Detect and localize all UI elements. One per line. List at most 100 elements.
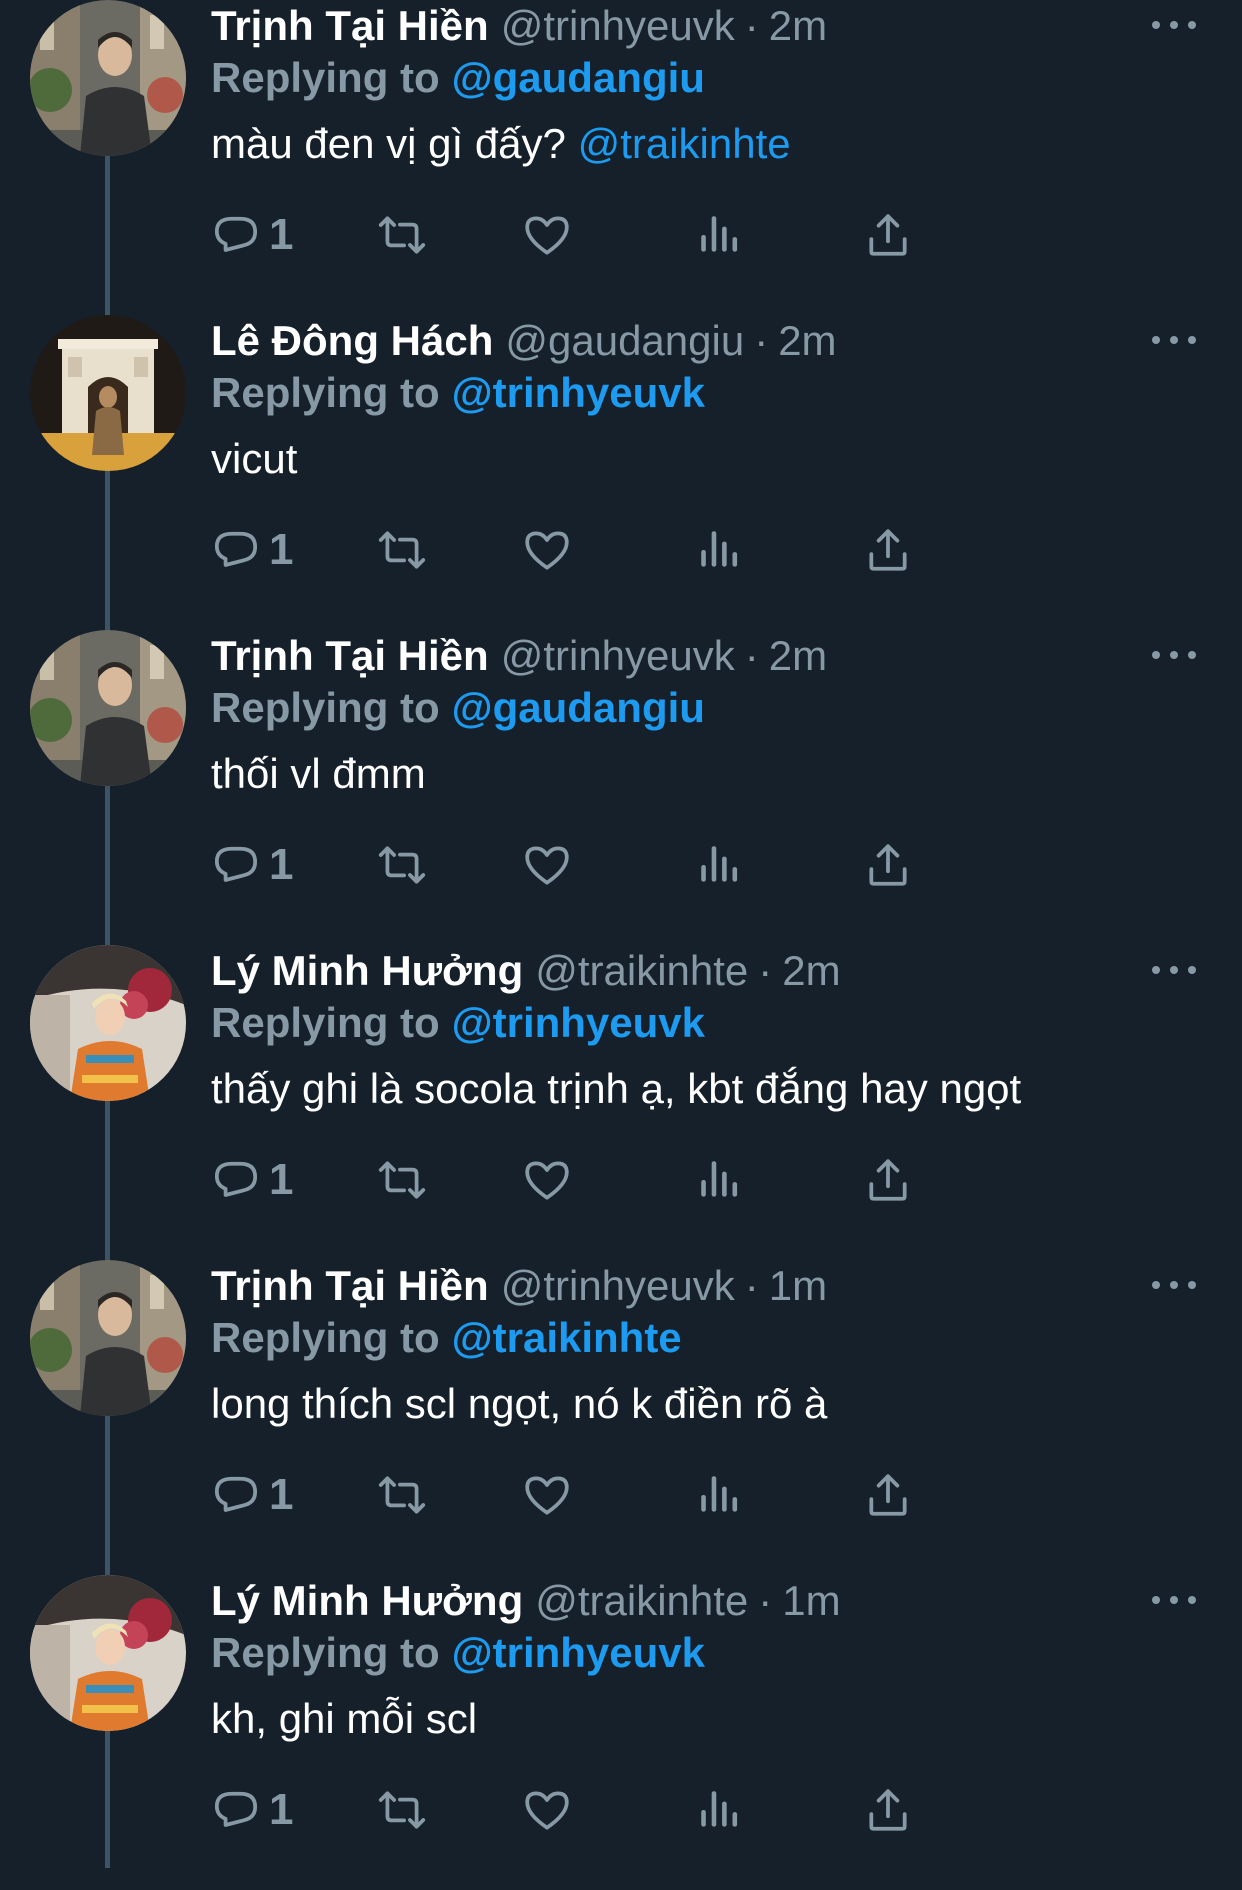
user-handle[interactable]: @gaudangiu xyxy=(505,317,744,365)
like-button[interactable] xyxy=(522,205,572,265)
like-button[interactable] xyxy=(522,1465,572,1525)
avatar[interactable] xyxy=(30,315,186,471)
tweet[interactable]: Lý Minh Hưởng @traikinhte · 2m Replying … xyxy=(0,945,1242,1260)
display-name[interactable]: Lê Đông Hách xyxy=(211,317,493,365)
user-handle[interactable]: @trinhyeuvk xyxy=(501,1262,735,1310)
timestamp[interactable]: 2m xyxy=(769,2,827,50)
replying-to: Replying to @trinhyeuvk xyxy=(211,1629,705,1677)
tweet-actions: 1 xyxy=(211,205,1111,265)
retweet-button[interactable] xyxy=(377,1465,427,1525)
display-name[interactable]: Trịnh Tại Hiền xyxy=(211,632,489,680)
avatar[interactable] xyxy=(30,1575,186,1731)
reply-count: 1 xyxy=(269,1155,294,1204)
avatar[interactable] xyxy=(30,1260,186,1416)
retweet-icon xyxy=(377,1785,427,1835)
avatar[interactable] xyxy=(30,945,186,1101)
display-name[interactable]: Lý Minh Hưởng xyxy=(211,947,523,995)
display-name[interactable]: Trịnh Tại Hiền xyxy=(211,1262,489,1310)
avatar[interactable] xyxy=(30,0,186,156)
user-handle[interactable]: @trinhyeuvk xyxy=(501,2,735,50)
reply-button[interactable]: 1 xyxy=(211,835,293,895)
analytics-icon xyxy=(695,525,745,575)
display-name[interactable]: Lý Minh Hưởng xyxy=(211,1577,523,1625)
tweet-body: màu đen vị gì đấy? xyxy=(211,120,566,167)
tweet-body: kh, ghi mỗi scl xyxy=(211,1695,478,1742)
more-icon[interactable] xyxy=(1152,1585,1196,1615)
replying-to: Replying to @trinhyeuvk xyxy=(211,999,705,1047)
separator-dot: · xyxy=(744,2,759,49)
share-button[interactable] xyxy=(863,1150,913,1210)
reply-count: 1 xyxy=(269,210,294,259)
tweet[interactable]: Lý Minh Hưởng @traikinhte · 1m Replying … xyxy=(0,1575,1242,1890)
tweet[interactable]: Lê Đông Hách @gaudangiu · 2m Replying to… xyxy=(0,315,1242,630)
analytics-button[interactable] xyxy=(695,1780,745,1840)
retweet-icon xyxy=(377,525,427,575)
more-icon[interactable] xyxy=(1152,1270,1196,1300)
reply-button[interactable]: 1 xyxy=(211,1465,293,1525)
share-icon xyxy=(863,1785,913,1835)
user-handle[interactable]: @traikinhte xyxy=(535,1577,748,1625)
replying-to-mention[interactable]: @gaudangiu xyxy=(452,54,705,101)
tweet[interactable]: Trịnh Tại Hiền @trinhyeuvk · 2m Replying… xyxy=(0,630,1242,945)
avatar[interactable] xyxy=(30,630,186,786)
replying-to-mention[interactable]: @trinhyeuvk xyxy=(452,369,705,416)
like-button[interactable] xyxy=(522,1780,572,1840)
timestamp[interactable]: 1m xyxy=(782,1577,840,1625)
replying-to: Replying to @trinhyeuvk xyxy=(211,369,705,417)
more-icon[interactable] xyxy=(1152,955,1196,985)
retweet-button[interactable] xyxy=(377,520,427,580)
like-button[interactable] xyxy=(522,1150,572,1210)
retweet-button[interactable] xyxy=(377,1150,427,1210)
tweet-text: kh, ghi mỗi scl xyxy=(211,1695,477,1743)
more-icon[interactable] xyxy=(1152,640,1196,670)
share-button[interactable] xyxy=(863,520,913,580)
tweet[interactable]: Trịnh Tại Hiền @trinhyeuvk · 1m Replying… xyxy=(0,1260,1242,1575)
reply-button[interactable]: 1 xyxy=(211,520,293,580)
reply-button[interactable]: 1 xyxy=(211,205,293,265)
reply-button[interactable]: 1 xyxy=(211,1780,293,1840)
replying-to: Replying to @gaudangiu xyxy=(211,684,705,732)
share-button[interactable] xyxy=(863,1465,913,1525)
like-button[interactable] xyxy=(522,520,572,580)
analytics-button[interactable] xyxy=(695,1150,745,1210)
timestamp[interactable]: 1m xyxy=(769,1262,827,1310)
share-button[interactable] xyxy=(863,1780,913,1840)
replying-to-mention[interactable]: @trinhyeuvk xyxy=(452,1629,705,1676)
inline-mention[interactable]: @traikinhte xyxy=(578,120,791,167)
like-icon xyxy=(522,1155,572,1205)
like-button[interactable] xyxy=(522,835,572,895)
replying-to-mention[interactable]: @traikinhte xyxy=(452,1314,682,1361)
reply-button[interactable]: 1 xyxy=(211,1150,293,1210)
analytics-button[interactable] xyxy=(695,205,745,265)
replying-to-mention[interactable]: @trinhyeuvk xyxy=(452,999,705,1046)
tweet-actions: 1 xyxy=(211,835,1111,895)
analytics-button[interactable] xyxy=(695,1465,745,1525)
retweet-button[interactable] xyxy=(377,205,427,265)
display-name[interactable]: Trịnh Tại Hiền xyxy=(211,2,489,50)
tweet-text: long thích scl ngọt, nó k điền rõ à xyxy=(211,1380,827,1428)
retweet-button[interactable] xyxy=(377,1780,427,1840)
replying-to-mention[interactable]: @gaudangiu xyxy=(452,684,705,731)
timestamp[interactable]: 2m xyxy=(769,632,827,680)
like-icon xyxy=(522,525,572,575)
timestamp[interactable]: 2m xyxy=(782,947,840,995)
more-icon[interactable] xyxy=(1152,325,1196,355)
reply-icon xyxy=(211,1785,261,1835)
analytics-button[interactable] xyxy=(695,520,745,580)
reply-icon xyxy=(211,840,261,890)
timestamp[interactable]: 2m xyxy=(778,317,836,365)
retweet-icon xyxy=(377,210,427,260)
analytics-button[interactable] xyxy=(695,835,745,895)
tweet-header: Lý Minh Hưởng @traikinhte · 2m xyxy=(211,945,841,997)
more-icon[interactable] xyxy=(1152,10,1196,40)
tweet-body: vicut xyxy=(211,435,298,482)
reply-icon xyxy=(211,1470,261,1520)
user-handle[interactable]: @trinhyeuvk xyxy=(501,632,735,680)
tweet-actions: 1 xyxy=(211,520,1111,580)
tweet[interactable]: Trịnh Tại Hiền @trinhyeuvk · 2m Replying… xyxy=(0,0,1242,315)
retweet-button[interactable] xyxy=(377,835,427,895)
tweet-actions: 1 xyxy=(211,1150,1111,1210)
share-button[interactable] xyxy=(863,205,913,265)
share-button[interactable] xyxy=(863,835,913,895)
user-handle[interactable]: @traikinhte xyxy=(535,947,748,995)
